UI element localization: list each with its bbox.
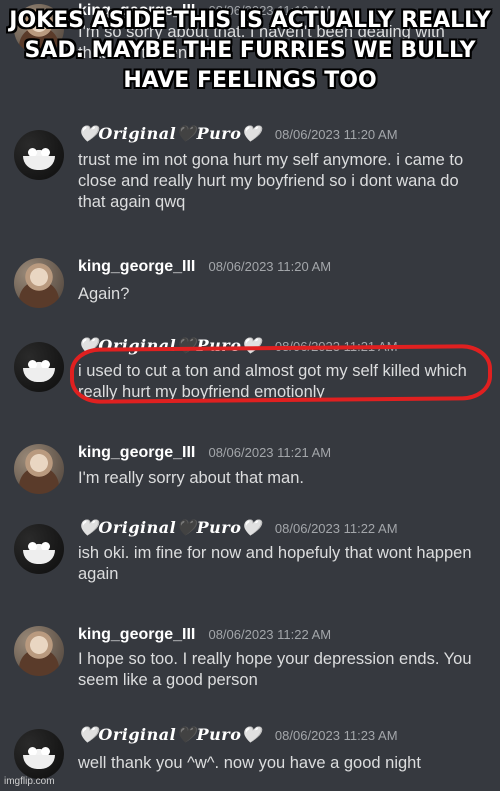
message-text: trust me im not gona hurt my self anymor… (78, 151, 464, 211)
avatar[interactable] (14, 524, 64, 574)
message-header: king_george_III 08/06/2023 11:22 AM (78, 624, 331, 644)
avatar[interactable] (14, 342, 64, 392)
username[interactable]: 🤍𝑶𝒓𝒊𝒈𝒊𝒏𝒂𝒍🖤𝑷𝒖𝒓𝒐🤍 (78, 725, 262, 744)
message-header: king_george_III 08/06/2023 11:20 AM (78, 256, 331, 276)
username[interactable]: 🤍𝑶𝒓𝒊𝒈𝒊𝒏𝒂𝒍🖤𝑷𝒖𝒓𝒐🤍 (78, 124, 262, 143)
timestamp: 08/06/2023 11:22 AM (274, 521, 398, 536)
highlight-circle (69, 344, 493, 404)
message-text: Again? (78, 285, 130, 303)
message-text: I'm really sorry about that man. (78, 469, 304, 487)
username[interactable]: king_george_III (78, 258, 195, 275)
message-header: 🤍𝑶𝒓𝒊𝒈𝒊𝒏𝒂𝒍🖤𝑷𝒖𝒓𝒐🤍 08/06/2023 11:20 AM (78, 124, 398, 143)
message-header: 🤍𝑶𝒓𝒊𝒈𝒊𝒏𝒂𝒍🖤𝑷𝒖𝒓𝒐🤍 08/06/2023 11:23 AM (78, 725, 398, 744)
timestamp: 08/06/2023 11:20 AM (274, 127, 398, 142)
timestamp: 08/06/2023 11:23 AM (274, 728, 398, 743)
watermark: imgflip.com (4, 776, 55, 787)
message-text: well thank you ^w^. now you have a good … (78, 754, 421, 772)
message-header: 🤍𝑶𝒓𝒊𝒈𝒊𝒏𝒂𝒍🖤𝑷𝒖𝒓𝒐🤍 08/06/2023 11:22 AM (78, 518, 398, 537)
username[interactable]: 🤍𝑶𝒓𝒊𝒈𝒊𝒏𝒂𝒍🖤𝑷𝒖𝒓𝒐🤍 (78, 518, 262, 537)
username[interactable]: king_george_III (78, 444, 195, 461)
username[interactable]: king_george_III (78, 626, 195, 643)
avatar[interactable] (14, 729, 64, 779)
avatar[interactable] (14, 626, 64, 676)
timestamp: 08/06/2023 11:22 AM (208, 627, 332, 642)
meme-caption: JOKES ASIDE THIS IS ACTUALLY REALLY SAD.… (9, 8, 491, 93)
timestamp: 08/06/2023 11:21 AM (208, 445, 332, 460)
message-text: ish oki. im fine for now and hopefuly th… (78, 544, 472, 583)
avatar-mask (23, 550, 55, 564)
message-header: king_george_III 08/06/2023 11:21 AM (78, 442, 331, 462)
avatar[interactable] (14, 258, 64, 308)
message-text: I hope so too. I really hope your depres… (78, 650, 472, 689)
avatar-mask (23, 755, 55, 769)
avatar[interactable] (14, 130, 64, 180)
avatar-mask (23, 368, 55, 382)
avatar-mask (23, 156, 55, 170)
timestamp: 08/06/2023 11:20 AM (208, 259, 332, 274)
avatar[interactable] (14, 444, 64, 494)
